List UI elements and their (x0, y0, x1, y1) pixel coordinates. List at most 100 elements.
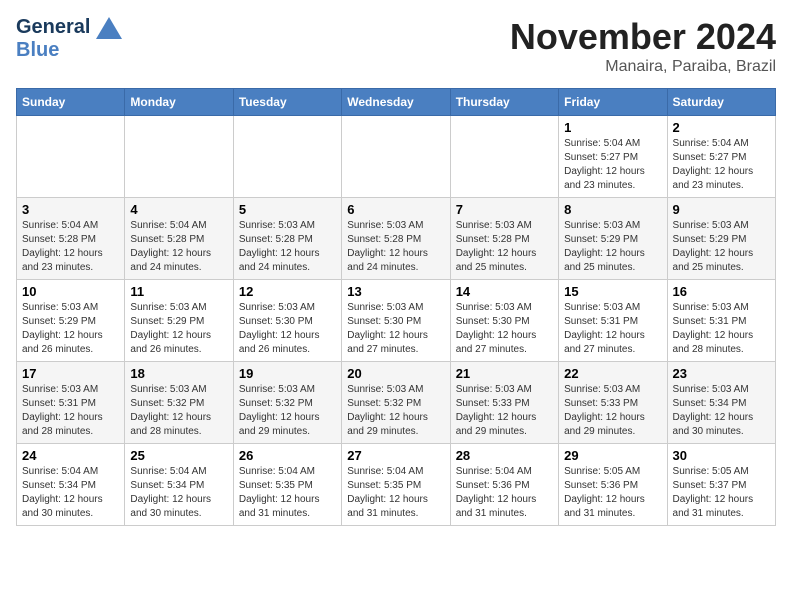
weekday-header-wednesday: Wednesday (342, 89, 450, 116)
day-number: 6 (347, 202, 444, 217)
calendar-week-2: 3Sunrise: 5:04 AM Sunset: 5:28 PM Daylig… (17, 198, 776, 280)
calendar-cell: 7 Sunrise: 5:03 AM Sunset: 5:28 PM Daylig… (450, 198, 558, 280)
calendar-cell: 22Sunrise: 5:03 AM Sunset: 5:33 PM Dayli… (559, 362, 667, 444)
logo: General Blue (16, 16, 122, 61)
day-info: Sunrise: 5:04 AM Sunset: 5:28 PM Dayligh… (22, 219, 119, 275)
calendar-cell: 11 Sunrise: 5:03 AM Sunset: 5:29 PM Dayli… (125, 280, 233, 362)
calendar-cell (233, 116, 341, 198)
logo-text: General (16, 16, 122, 38)
day-info: Sunrise: 5:03 AM Sunset: 5:32 PM Dayligh… (130, 383, 227, 439)
calendar-cell (450, 116, 558, 198)
day-number: 17 (22, 366, 119, 381)
day-info: Sunrise: 5:04 AM Sunset: 5:27 PM Dayligh… (564, 137, 661, 193)
logo-blue: Blue (16, 39, 59, 61)
day-number: 18 (130, 366, 227, 381)
day-number: 8 (564, 202, 661, 217)
day-info: Sunrise: 5:03 AM Sunset: 5:30 PM Dayligh… (347, 301, 444, 357)
weekday-header-saturday: Saturday (667, 89, 775, 116)
calendar-cell: 23 Sunrise: 5:03 AM Sunset: 5:34 PM Dayli… (667, 362, 775, 444)
day-info: Sunrise: 5:03 AM Sunset: 5:28 PM Dayligh… (456, 219, 553, 275)
calendar-cell: 13 Sunrise: 5:03 AM Sunset: 5:30 PM Dayli… (342, 280, 450, 362)
weekday-header-row: SundayMondayTuesdayWednesdayThursdayFrid… (17, 89, 776, 116)
weekday-header-friday: Friday (559, 89, 667, 116)
day-number: 11 (130, 284, 227, 299)
day-number: 20 (347, 366, 444, 381)
calendar-cell: 18 Sunrise: 5:03 AM Sunset: 5:32 PM Dayli… (125, 362, 233, 444)
day-number: 14 (456, 284, 553, 299)
day-number: 13 (347, 284, 444, 299)
calendar-cell (17, 116, 125, 198)
day-info: Sunrise: 5:03 AM Sunset: 5:30 PM Dayligh… (456, 301, 553, 357)
calendar-cell: 9 Sunrise: 5:03 AM Sunset: 5:29 PM Daylig… (667, 198, 775, 280)
calendar-cell: 3Sunrise: 5:04 AM Sunset: 5:28 PM Daylig… (17, 198, 125, 280)
calendar-cell: 27 Sunrise: 5:04 AM Sunset: 5:35 PM Dayli… (342, 444, 450, 526)
day-number: 26 (239, 448, 336, 463)
day-info: Sunrise: 5:03 AM Sunset: 5:29 PM Dayligh… (564, 219, 661, 275)
day-info: Sunrise: 5:04 AM Sunset: 5:34 PM Dayligh… (22, 465, 119, 521)
title-block: November 2024 Manaira, Paraiba, Brazil (510, 16, 776, 76)
calendar-week-5: 24 Sunrise: 5:04 AM Sunset: 5:34 PM Dayli… (17, 444, 776, 526)
day-number: 1 (564, 120, 661, 135)
location: Manaira, Paraiba, Brazil (510, 58, 776, 76)
calendar-week-1: 1 Sunrise: 5:04 AM Sunset: 5:27 PM Daylig… (17, 116, 776, 198)
weekday-header-monday: Monday (125, 89, 233, 116)
calendar-cell: 5Sunrise: 5:03 AM Sunset: 5:28 PM Daylig… (233, 198, 341, 280)
day-number: 2 (673, 120, 770, 135)
day-number: 23 (673, 366, 770, 381)
calendar-body: 1 Sunrise: 5:04 AM Sunset: 5:27 PM Daylig… (17, 116, 776, 526)
day-number: 16 (673, 284, 770, 299)
day-info: Sunrise: 5:04 AM Sunset: 5:36 PM Dayligh… (456, 465, 553, 521)
day-info: Sunrise: 5:03 AM Sunset: 5:30 PM Dayligh… (239, 301, 336, 357)
day-number: 24 (22, 448, 119, 463)
day-number: 9 (673, 202, 770, 217)
page-header: General Blue November 2024 Manaira, Para… (16, 16, 776, 76)
day-info: Sunrise: 5:03 AM Sunset: 5:28 PM Dayligh… (239, 219, 336, 275)
calendar-cell: 2 Sunrise: 5:04 AM Sunset: 5:27 PM Daylig… (667, 116, 775, 198)
month-title: November 2024 (510, 16, 776, 58)
day-number: 30 (673, 448, 770, 463)
day-info: Sunrise: 5:03 AM Sunset: 5:33 PM Dayligh… (456, 383, 553, 439)
calendar-cell: 15 Sunrise: 5:03 AM Sunset: 5:31 PM Dayli… (559, 280, 667, 362)
calendar-cell: 21Sunrise: 5:03 AM Sunset: 5:33 PM Dayli… (450, 362, 558, 444)
calendar-week-3: 10Sunrise: 5:03 AM Sunset: 5:29 PM Dayli… (17, 280, 776, 362)
calendar-cell: 4Sunrise: 5:04 AM Sunset: 5:28 PM Daylig… (125, 198, 233, 280)
calendar-cell: 20Sunrise: 5:03 AM Sunset: 5:32 PM Dayli… (342, 362, 450, 444)
calendar-cell: 25 Sunrise: 5:04 AM Sunset: 5:34 PM Dayli… (125, 444, 233, 526)
calendar-cell: 8 Sunrise: 5:03 AM Sunset: 5:29 PM Daylig… (559, 198, 667, 280)
weekday-header-sunday: Sunday (17, 89, 125, 116)
day-number: 7 (456, 202, 553, 217)
day-number: 25 (130, 448, 227, 463)
day-number: 15 (564, 284, 661, 299)
calendar-cell: 17 Sunrise: 5:03 AM Sunset: 5:31 PM Dayli… (17, 362, 125, 444)
day-number: 19 (239, 366, 336, 381)
calendar-cell: 29 Sunrise: 5:05 AM Sunset: 5:36 PM Dayli… (559, 444, 667, 526)
calendar-cell: 24 Sunrise: 5:04 AM Sunset: 5:34 PM Dayli… (17, 444, 125, 526)
day-info: Sunrise: 5:04 AM Sunset: 5:35 PM Dayligh… (347, 465, 444, 521)
calendar-cell: 16 Sunrise: 5:03 AM Sunset: 5:31 PM Dayli… (667, 280, 775, 362)
day-info: Sunrise: 5:03 AM Sunset: 5:34 PM Dayligh… (673, 383, 770, 439)
calendar-cell: 30Sunrise: 5:05 AM Sunset: 5:37 PM Dayli… (667, 444, 775, 526)
calendar-cell: 12Sunrise: 5:03 AM Sunset: 5:30 PM Dayli… (233, 280, 341, 362)
day-info: Sunrise: 5:05 AM Sunset: 5:36 PM Dayligh… (564, 465, 661, 521)
calendar-cell: 28 Sunrise: 5:04 AM Sunset: 5:36 PM Dayli… (450, 444, 558, 526)
calendar-cell: 14 Sunrise: 5:03 AM Sunset: 5:30 PM Dayli… (450, 280, 558, 362)
day-info: Sunrise: 5:03 AM Sunset: 5:29 PM Dayligh… (130, 301, 227, 357)
calendar-cell: 19 Sunrise: 5:03 AM Sunset: 5:32 PM Dayli… (233, 362, 341, 444)
day-number: 29 (564, 448, 661, 463)
day-info: Sunrise: 5:04 AM Sunset: 5:35 PM Dayligh… (239, 465, 336, 521)
day-info: Sunrise: 5:03 AM Sunset: 5:29 PM Dayligh… (673, 219, 770, 275)
day-number: 27 (347, 448, 444, 463)
day-info: Sunrise: 5:03 AM Sunset: 5:32 PM Dayligh… (239, 383, 336, 439)
day-info: Sunrise: 5:03 AM Sunset: 5:28 PM Dayligh… (347, 219, 444, 275)
calendar-cell (342, 116, 450, 198)
day-info: Sunrise: 5:04 AM Sunset: 5:27 PM Dayligh… (673, 137, 770, 193)
calendar-week-4: 17 Sunrise: 5:03 AM Sunset: 5:31 PM Dayli… (17, 362, 776, 444)
day-info: Sunrise: 5:03 AM Sunset: 5:31 PM Dayligh… (22, 383, 119, 439)
day-info: Sunrise: 5:04 AM Sunset: 5:34 PM Dayligh… (130, 465, 227, 521)
day-info: Sunrise: 5:03 AM Sunset: 5:31 PM Dayligh… (673, 301, 770, 357)
weekday-header-tuesday: Tuesday (233, 89, 341, 116)
day-number: 28 (456, 448, 553, 463)
calendar-cell: 10Sunrise: 5:03 AM Sunset: 5:29 PM Dayli… (17, 280, 125, 362)
day-info: Sunrise: 5:03 AM Sunset: 5:29 PM Dayligh… (22, 301, 119, 357)
day-info: Sunrise: 5:03 AM Sunset: 5:31 PM Dayligh… (564, 301, 661, 357)
